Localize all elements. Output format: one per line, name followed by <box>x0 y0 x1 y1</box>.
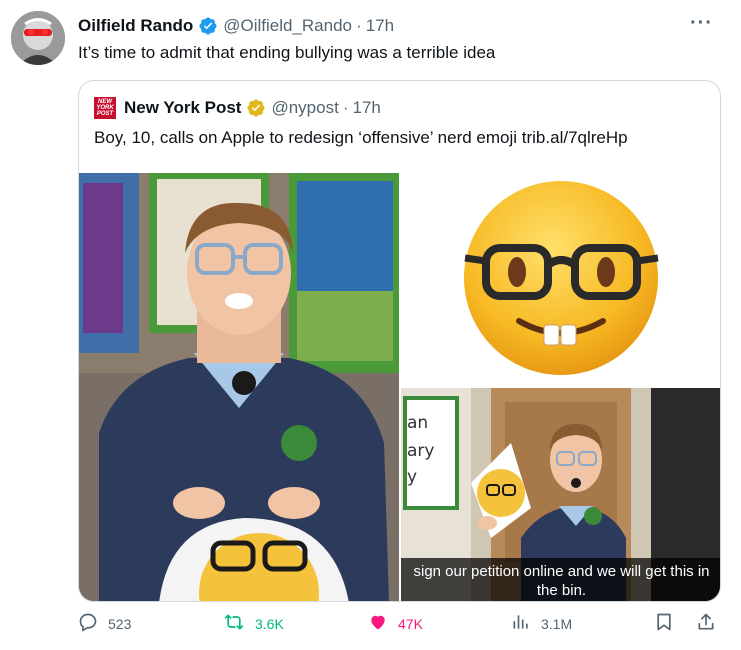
action-bar: 523 3.6K 47K 3.1M <box>78 612 721 642</box>
quoted-separator: · <box>342 98 349 117</box>
photo-boy-holding-emoji[interactable] <box>79 173 399 601</box>
author-name[interactable]: Oilfield Rando <box>78 16 193 36</box>
quoted-tweet[interactable]: NEW YORK POST New York Post @nypost · 17h … <box>78 80 721 602</box>
svg-text:y: y <box>407 467 417 487</box>
bookmark-icon <box>654 612 684 635</box>
svg-text:ary: ary <box>407 441 434 461</box>
gold-badge-icon <box>246 98 266 118</box>
repost-count: 3.6K <box>255 615 284 632</box>
tweet[interactable]: Oilfield Rando @Oilfield_Rando · 17h ···… <box>0 0 741 650</box>
author-handle[interactable]: @Oilfield_Rando <box>223 16 352 36</box>
quoted-author-name[interactable]: New York Post <box>124 98 241 118</box>
photo-nerd-emoji[interactable] <box>401 173 720 386</box>
share-button[interactable] <box>696 612 726 635</box>
header-separator: · <box>356 16 362 35</box>
repost-button[interactable]: 3.6K <box>223 612 284 635</box>
quoted-time[interactable]: 17h <box>353 98 381 118</box>
reply-button[interactable]: 523 <box>78 612 131 635</box>
video-still[interactable]: an ary y sign our petition online and we… <box>401 388 720 601</box>
reply-count: 523 <box>108 615 132 632</box>
nypost-logo: NEW YORK POST <box>94 97 116 119</box>
bookmark-button[interactable] <box>654 612 684 635</box>
verified-badge-icon <box>198 16 218 36</box>
views-button[interactable]: 3.1M <box>511 612 572 635</box>
quoted-header: NEW YORK POST New York Post @nypost · 17h <box>94 97 381 119</box>
video-caption: sign our petition online and we will get… <box>401 558 720 601</box>
quoted-author-handle[interactable]: @nypost <box>271 98 338 118</box>
reply-icon <box>78 612 108 635</box>
avatar[interactable] <box>11 11 65 65</box>
more-icon[interactable]: ··· <box>690 12 713 35</box>
share-icon <box>696 612 726 635</box>
repost-icon <box>223 612 255 635</box>
like-count: 47K <box>398 615 423 632</box>
like-icon <box>368 612 398 635</box>
like-button[interactable]: 47K <box>368 612 423 635</box>
views-icon <box>511 612 541 635</box>
views-count: 3.1M <box>541 615 573 632</box>
tweet-time[interactable]: 17h <box>366 16 394 36</box>
svg-text:an: an <box>407 413 428 433</box>
quoted-text: Boy, 10, calls on Apple to redesign ‘off… <box>94 128 628 147</box>
media-grid: an ary y sign our petition online and we… <box>79 173 720 601</box>
tweet-text: It’s time to admit that ending bullying … <box>78 43 496 62</box>
tweet-header: Oilfield Rando @Oilfield_Rando · 17h ··· <box>78 12 721 38</box>
